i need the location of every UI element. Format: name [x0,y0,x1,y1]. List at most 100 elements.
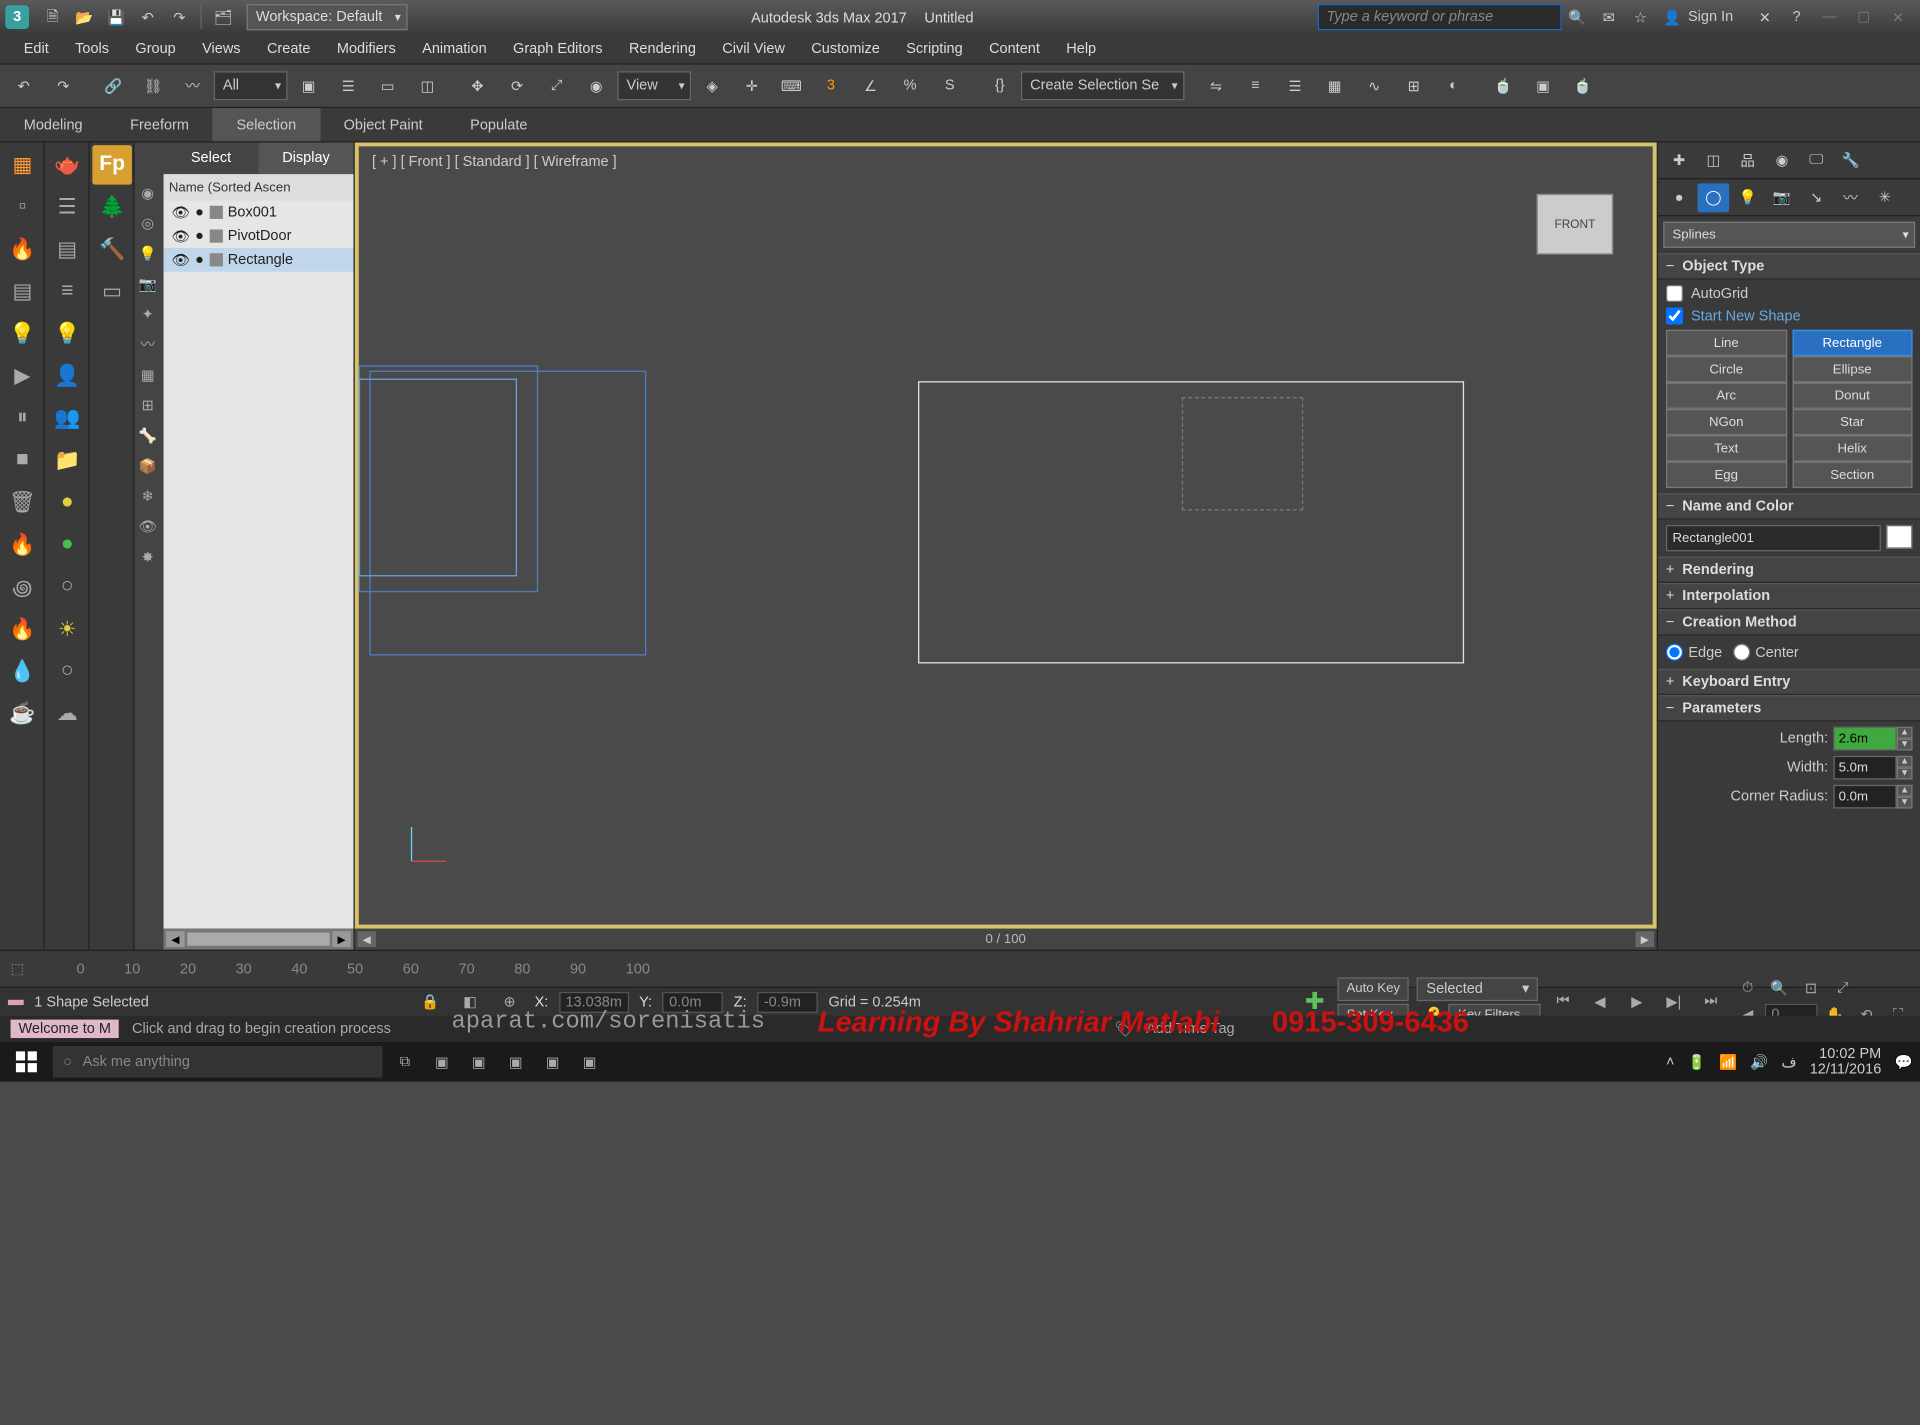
autogrid-checkbox[interactable] [1666,285,1683,302]
length-spinner-down[interactable]: ▼ [1897,739,1913,751]
move-icon[interactable]: ✥ [459,67,496,104]
fp-icon[interactable]: Fp [92,145,132,185]
ribbon-tab-freeform[interactable]: Freeform [106,108,212,141]
flame-preset-icon[interactable]: 🔥 [3,525,43,565]
rollout-name-color[interactable]: Name and Color [1658,493,1920,519]
subcategory-dropdown[interactable]: Splines [1663,222,1915,248]
sign-in-link[interactable]: Sign In [1688,9,1733,25]
rollout-object-type[interactable]: Object Type [1658,253,1920,279]
tree-icon[interactable]: 🌲 [92,187,132,227]
shape-arc-button[interactable]: Arc [1666,383,1787,409]
windows-start-icon[interactable] [8,1045,45,1079]
nav-zoom-icon[interactable]: 🔍 [1765,977,1794,1001]
explorer-tab-select[interactable]: Select [164,142,259,174]
render-icon[interactable]: 🍵 [1564,67,1601,104]
timeline-scroll-right[interactable]: ▶ [1636,931,1654,947]
explorer-item[interactable]: 👁●Box001 [164,200,354,224]
z-coord-input[interactable]: -0.9m [757,991,818,1012]
create-panel-standard-icon[interactable]: ▦ [3,145,43,185]
save-file-icon[interactable]: 💾 [103,4,129,30]
unlink-icon[interactable]: ⛓ [135,67,172,104]
reference-coord-selector[interactable]: View [617,71,691,100]
cat-spacewarps-icon[interactable]: 〰 [1835,183,1867,212]
rollout-parameters[interactable]: Parameters [1658,695,1920,721]
menu-civil-view[interactable]: Civil View [709,34,798,63]
folder-icon[interactable]: 📁 [47,441,87,481]
explorer-scroll-left[interactable]: ◀ [166,931,184,947]
filter-container-icon[interactable]: 📦 [135,452,161,478]
ribbon-tab-object-paint[interactable]: Object Paint [320,108,447,141]
curve-editor-icon[interactable]: ∿ [1356,67,1393,104]
menu-modifiers[interactable]: Modifiers [324,34,409,63]
tray-chevron-icon[interactable]: ˄ [1666,1054,1674,1070]
selection-filter[interactable]: All [214,71,288,100]
sphere-y-icon[interactable]: ● [47,483,87,523]
filter-helpers-icon[interactable]: ✦ [135,301,161,327]
cat-systems-icon[interactable]: ✳ [1869,183,1901,212]
search-icon[interactable]: 🔍 [1564,4,1590,30]
open-file-icon[interactable]: 📂 [71,4,97,30]
filter-frozen-icon[interactable]: ❄ [135,483,161,509]
play-animation-icon[interactable]: ▶ [1622,990,1651,1014]
viewcube[interactable]: FRONT [1537,194,1614,255]
y-coord-input[interactable]: 0.0m [663,991,724,1012]
cat-geometry-icon[interactable]: ● [1663,183,1695,212]
task-view-icon[interactable]: ⧉ [390,1050,419,1074]
explorer-scroll-right[interactable]: ▶ [332,931,350,947]
cat-shapes-icon[interactable]: ◯ [1698,183,1730,212]
tray-clock[interactable]: 10:02 PM 12/11/2016 [1810,1046,1882,1078]
layers-icon[interactable]: ☰ [1277,67,1314,104]
filter-cameras-icon[interactable]: 📷 [135,270,161,296]
length-input[interactable]: 2.6m [1833,727,1896,751]
taskbar-app-2[interactable]: ▣ [464,1050,493,1074]
creation-edge-radio[interactable]: Edge [1666,644,1722,661]
tray-battery-icon[interactable]: 🔋 [1688,1053,1706,1070]
taskbar-app-4[interactable]: ▣ [538,1050,567,1074]
corner-radius-input[interactable]: 0.0m [1833,785,1896,809]
menu-help[interactable]: Help [1053,34,1109,63]
undo-icon[interactable]: ↶ [135,4,161,30]
shape-egg-button[interactable]: Egg [1666,462,1787,488]
nav-zoom-extents-icon[interactable]: ⤢ [1828,977,1857,1001]
cmd-modify-icon[interactable]: ◫ [1698,146,1730,175]
object-color-swatch[interactable] [1886,525,1912,549]
filter-xrefs-icon[interactable]: ⊞ [135,392,161,418]
viewport-label[interactable]: [ + ] [ Front ] [ Standard ] [ Wireframe… [372,154,617,170]
fire-icon[interactable]: 🔥 [3,230,43,270]
shape-circle-button[interactable]: Circle [1666,356,1787,382]
filter-groups-icon[interactable]: ▦ [135,361,161,387]
time-tag-icon[interactable]: 🏷 [1109,1017,1138,1041]
explorer-column-header[interactable]: Name (Sorted Ascen [164,174,354,200]
light-bulb-icon[interactable]: 💡 [3,314,43,354]
tray-volume-icon[interactable]: 🔊 [1750,1053,1768,1070]
link-icon[interactable]: 🔗 [95,67,132,104]
people-icon[interactable]: 👥 [47,398,87,438]
communication-icon[interactable]: ✉ [1596,4,1622,30]
cmd-create-icon[interactable]: ✚ [1663,146,1695,175]
corner-spinner-up[interactable]: ▲ [1897,785,1913,797]
sphere-n2-icon[interactable]: ○ [47,652,87,692]
shape-ellipse-button[interactable]: Ellipse [1792,356,1913,382]
help-search-input[interactable]: Type a keyword or phrase [1317,4,1561,30]
delete-icon[interactable]: 🗑 [3,483,43,523]
spinner-snap-icon[interactable]: S [931,67,968,104]
list-icon[interactable]: ☰ [47,187,87,227]
cmd-hierarchy-icon[interactable]: 品 [1732,146,1764,175]
sphere-n-icon[interactable]: ○ [47,567,87,607]
cmd-display-icon[interactable]: 🖵 [1800,146,1832,175]
taskbar-app-5[interactable]: ▣ [575,1050,604,1074]
render-setup-icon[interactable]: 🍵 [1485,67,1522,104]
exchange-icon[interactable]: ✕ [1752,4,1778,30]
menu-tools[interactable]: Tools [62,34,122,63]
align-icon[interactable]: ≡ [1237,67,1274,104]
menu-content[interactable]: Content [976,34,1053,63]
minimize-icon[interactable]: — [1812,3,1846,32]
grid-list-icon[interactable]: ▤ [47,230,87,270]
teapot-icon[interactable]: 🫖 [47,145,87,185]
menu-animation[interactable]: Animation [409,34,500,63]
redo-button[interactable]: ↷ [45,67,82,104]
menu-scripting[interactable]: Scripting [893,34,976,63]
cat-helpers-icon[interactable]: ↘ [1800,183,1832,212]
filter-geometry-icon[interactable]: ◉ [135,179,161,205]
filter-shapes-icon[interactable]: ◎ [135,210,161,236]
